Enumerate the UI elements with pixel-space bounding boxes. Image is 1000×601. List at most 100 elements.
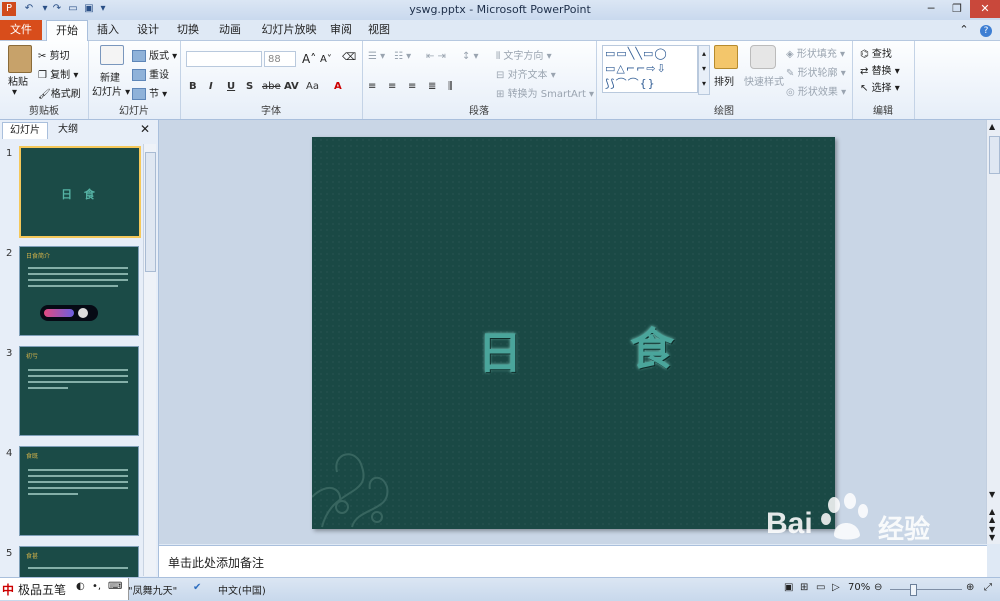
slide-sorter-icon[interactable]: ⊞ [800,582,808,593]
tab-file[interactable]: 文件 [0,20,42,40]
shapes-gallery[interactable]: ▭▭╲╲▭◯ ▭△⌐⌐⇨⇩ ⟆⟆⌒⌒{} [602,45,698,93]
new-slide-button[interactable]: 新建 [100,69,120,84]
bold-button[interactable]: B [189,81,197,92]
align-right-icon[interactable]: ≡ [408,81,416,92]
reading-view-icon[interactable]: ▭ [816,582,825,593]
align-text-button[interactable]: ⊟ 对齐文本 ▾ [496,66,556,81]
title-bar: P ↶ ▾ ↷ ▭ ▣ ▾ yswg.pptx - Microsoft Powe… [0,0,1000,20]
quick-styles-button[interactable]: 快速样式 [744,73,784,88]
moon-icon[interactable]: ◐ [76,581,85,592]
zoom-slider[interactable] [890,589,962,590]
editor-vertical-scrollbar[interactable]: ▲ ▼ ▲ ▲ ▼ ▼ [986,120,1000,544]
tab-design[interactable]: 设计 [130,20,166,40]
slide-thumbnail-3[interactable]: 初亏 [19,346,139,436]
align-center-icon[interactable]: ≡ [388,81,396,92]
arrange-button[interactable]: 排列 [714,73,734,88]
punctuation-icon[interactable]: •, [92,581,101,592]
watermark-url: jingyan.baidu.com [770,549,867,563]
thumbnails-scrollbar[interactable] [143,144,156,576]
tab-home[interactable]: 开始 [46,20,88,41]
tab-slideshow[interactable]: 幻灯片放映 [256,20,322,40]
new-slide-dropdown[interactable]: 幻灯片 ▾ [92,83,130,98]
change-case-button[interactable]: Aa [306,81,319,92]
tab-outline-pane[interactable]: 大纲 [48,122,88,138]
minimize-button[interactable]: ─ [918,0,944,18]
smartart-button[interactable]: ⊞ 转换为 SmartArt ▾ [496,85,594,100]
slide-thumbnail-4[interactable]: 食既 [19,446,139,536]
spellcheck-icon[interactable]: ✔ [193,582,201,593]
align-left-icon[interactable]: ≡ [368,81,376,92]
bullets-icon[interactable]: ☰ ▾ [368,51,385,62]
scroll-up-icon[interactable]: ▲ [989,122,995,131]
text-direction-button[interactable]: ⫴ 文字方向 ▾ [496,47,552,62]
clear-format-icon[interactable]: ⌫ [342,52,356,63]
copy-button[interactable]: ❐ 复制 ▾ [38,66,78,81]
quick-styles-icon[interactable] [750,45,776,69]
arrange-icon[interactable] [714,45,738,69]
shrink-font-button[interactable]: A˅ [320,54,332,65]
columns-icon[interactable]: ⫼ [448,81,453,92]
find-button[interactable]: ⌬ 查找 [860,45,892,60]
language-indicator[interactable]: 中文(中国) [218,582,266,597]
restore-button[interactable]: ❐ [944,0,970,18]
editor-scroll-thumb[interactable] [989,136,1000,174]
reset-button[interactable]: 重设 [132,66,169,81]
font-size-input[interactable]: 88 [264,51,296,67]
zoom-in-icon[interactable]: ⊕ [966,582,974,593]
font-name-input[interactable] [186,51,262,67]
tab-animations[interactable]: 动画 [212,20,248,40]
zoom-slider-thumb[interactable] [910,584,917,596]
keyboard-icon[interactable]: ⌨ [108,581,122,592]
slide-thumbnail-1[interactable]: 日 食 [19,146,141,238]
paste-button[interactable]: 粘贴 [8,73,28,88]
replace-button[interactable]: ⇄ 替换 ▾ [860,62,900,77]
tab-transitions[interactable]: 切换 [170,20,206,40]
section-button[interactable]: 节 ▾ [132,85,167,100]
italic-button[interactable]: I [209,81,213,92]
tab-slides-pane[interactable]: 幻灯片 [2,122,48,139]
grow-font-button[interactable]: A˄ [302,52,316,66]
thumbnail-number: 1 [6,148,13,159]
ribbon-collapse-icon[interactable]: ⌃ [956,20,972,40]
thumbnails-scroll-thumb[interactable] [145,152,156,272]
paste-dropdown-icon[interactable]: ▾ [12,87,17,98]
shape-outline-button[interactable]: ✎ 形状轮廓 ▾ [786,64,846,79]
tab-view[interactable]: 视图 [362,20,396,40]
shadow-button[interactable]: S [246,81,253,92]
tab-insert[interactable]: 插入 [90,20,126,40]
slide-title-char-2[interactable]: 食 [630,313,674,377]
slideshow-view-icon[interactable]: ▷ [832,582,840,593]
normal-view-icon[interactable]: ▣ [784,582,793,593]
underline-button[interactable]: U [227,81,235,92]
line-spacing-icon[interactable]: ↕ ▾ [462,51,479,62]
numbering-icon[interactable]: ☷ ▾ [394,51,411,62]
cut-button[interactable]: ✂ 剪切 [38,47,70,62]
close-button[interactable]: ✕ [970,0,1000,18]
indent-icon[interactable]: ⇤ ⇥ [426,51,446,62]
help-icon[interactable]: ? [980,25,992,37]
close-pane-icon[interactable]: ✕ [140,122,150,136]
shape-fill-button[interactable]: ◈ 形状填充 ▾ [786,45,845,60]
select-button[interactable]: ↖ 选择 ▾ [860,79,900,94]
notes-placeholder[interactable]: 单击此处添加备注 [168,554,264,571]
char-spacing-button[interactable]: AV [284,81,299,92]
slide-thumbnail-5[interactable]: 食甚 [19,546,139,578]
shapes-gallery-scroll[interactable]: ▴ ▾ ▾ [698,45,710,95]
strikethrough-button[interactable]: abe [262,81,281,92]
layout-button[interactable]: 版式 ▾ [132,47,177,62]
slide-thumbnail-2[interactable]: 日食简介 [19,246,139,336]
font-color-button[interactable]: A [334,81,342,92]
format-painter-button[interactable]: 🖌格式刷 [38,85,81,100]
ime-toolbar[interactable]: 中 极品五笔 ◐ •, ⌨ [0,578,129,600]
section-label: 节 [149,89,159,100]
current-slide[interactable]: 日 食 [312,137,835,529]
slide-title-char-1[interactable]: 日 [478,317,522,381]
fit-to-window-icon[interactable]: ⤢ [984,582,992,593]
zoom-level[interactable]: 70% [848,582,870,593]
zoom-out-icon[interactable]: ⊖ [874,582,882,593]
tab-review[interactable]: 审阅 [324,20,358,40]
justify-icon[interactable]: ≣ [428,81,436,92]
shape-effects-button[interactable]: ◎ 形状效果 ▾ [786,83,846,98]
new-slide-icon[interactable] [100,45,124,65]
paste-icon[interactable] [8,45,32,73]
